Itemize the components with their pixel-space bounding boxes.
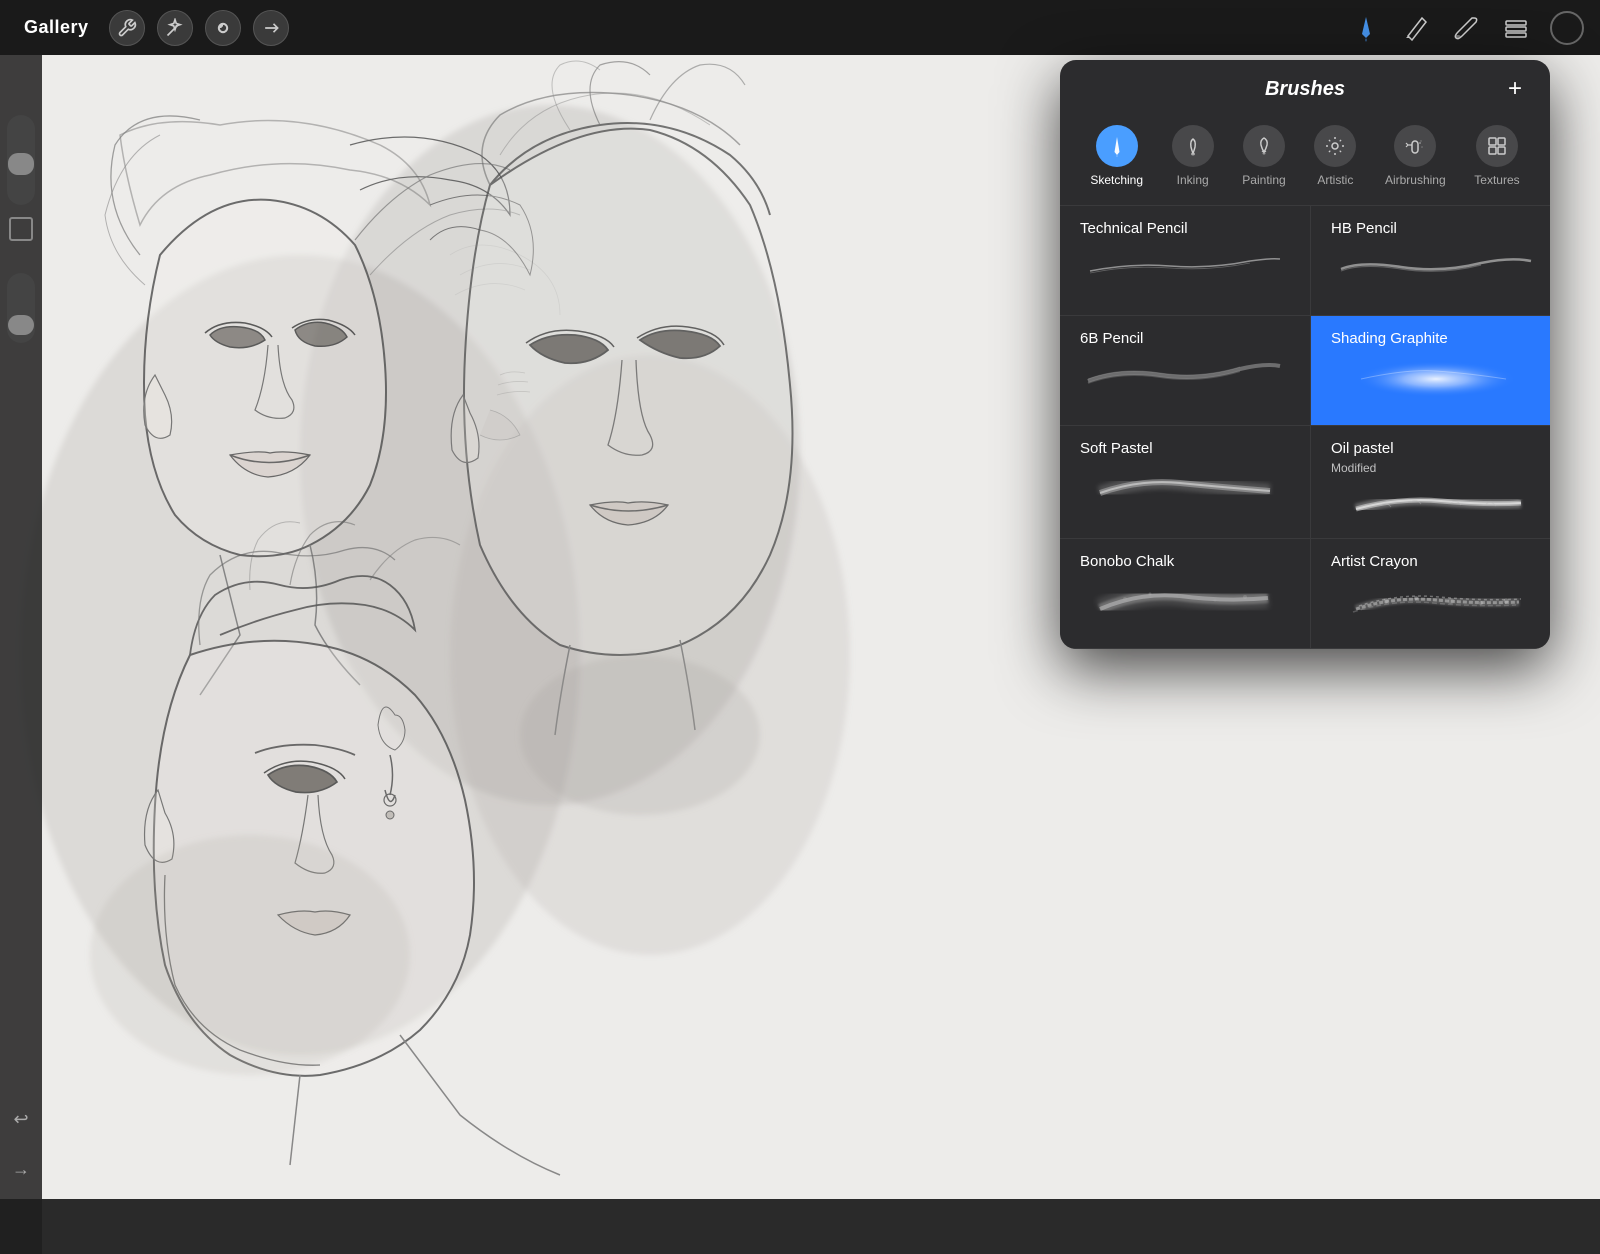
brush-item-shading-graphite[interactable]: Shading Graphite: [1311, 316, 1550, 426]
gallery-button[interactable]: Gallery: [16, 13, 97, 42]
toolbar: Gallery: [0, 0, 1600, 55]
toolbar-right: [1350, 11, 1584, 45]
pencil-tool-button[interactable]: [1400, 12, 1432, 44]
brush-stroke-bonobo-chalk: [1080, 574, 1290, 619]
tab-artistic-label: Artistic: [1317, 173, 1353, 187]
inking-icon-wrap: [1172, 125, 1214, 167]
textures-icon: [1486, 135, 1508, 157]
textures-icon-wrap: [1476, 125, 1518, 167]
left-sidebar: ↩ →: [0, 55, 42, 1254]
undo-button[interactable]: ↩: [6, 1104, 36, 1134]
brush-name-artist-crayon: Artist Crayon: [1331, 553, 1541, 570]
magic-wand-button[interactable]: [157, 10, 193, 46]
brush-stroke-technical-pencil: [1080, 241, 1290, 286]
transform-button[interactable]: [253, 10, 289, 46]
panel-title: Brushes: [1265, 78, 1345, 101]
brush-item-bonobo-chalk[interactable]: Bonobo Chalk: [1060, 539, 1311, 649]
brush-item-soft-pastel[interactable]: Soft Pastel: [1060, 426, 1311, 539]
tab-painting-label: Painting: [1242, 173, 1285, 187]
brush-name-technical-pencil: Technical Pencil: [1080, 220, 1290, 237]
brush-name-hb-pencil: HB Pencil: [1331, 220, 1541, 237]
brushes-panel: Brushes + Sketching Inking: [1060, 60, 1550, 649]
inking-icon: [1182, 135, 1204, 157]
wrench-button[interactable]: [109, 10, 145, 46]
airbrushing-icon-wrap: [1394, 125, 1436, 167]
brush-name-oil-pastel: Oil pastel: [1331, 440, 1541, 457]
layers-button[interactable]: [1500, 12, 1532, 44]
artistic-icon: [1324, 135, 1346, 157]
brush-name-6b-pencil: 6B Pencil: [1080, 330, 1290, 347]
brush-size-handle[interactable]: [8, 153, 34, 175]
brush-item-artist-crayon[interactable]: Artist Crayon: [1311, 539, 1550, 649]
tab-inking[interactable]: Inking: [1162, 119, 1224, 193]
brush-name-soft-pastel: Soft Pastel: [1080, 440, 1290, 457]
brush-item-oil-pastel[interactable]: Oil pastel Modified: [1311, 426, 1550, 539]
pen-tool-button[interactable]: [1350, 12, 1382, 44]
painting-icon-wrap: [1243, 125, 1285, 167]
tab-textures[interactable]: Textures: [1464, 119, 1529, 193]
sketching-icon: [1106, 135, 1128, 157]
airbrushing-icon: [1404, 135, 1426, 157]
tab-sketching-label: Sketching: [1090, 173, 1143, 187]
brush-stroke-hb-pencil: [1331, 241, 1541, 286]
toolbar-left: Gallery: [16, 10, 289, 46]
redo-button[interactable]: →: [6, 1154, 36, 1184]
brush-tool-button[interactable]: [1450, 12, 1482, 44]
opacity-slider[interactable]: [7, 273, 35, 343]
color-picker-button[interactable]: [1550, 11, 1584, 45]
add-brush-button[interactable]: +: [1500, 74, 1530, 104]
tab-airbrushing[interactable]: Airbrushing: [1375, 119, 1456, 193]
color-swatch[interactable]: [9, 217, 33, 241]
panel-header: Brushes +: [1060, 60, 1550, 111]
tab-sketching[interactable]: Sketching: [1080, 119, 1153, 193]
brush-stroke-oil-pastel: [1331, 483, 1541, 528]
category-tabs: Sketching Inking Painting: [1060, 111, 1550, 206]
selection-button[interactable]: [205, 10, 241, 46]
brush-stroke-soft-pastel: [1080, 461, 1290, 506]
opacity-handle[interactable]: [8, 315, 34, 335]
brush-item-technical-pencil[interactable]: Technical Pencil: [1060, 206, 1311, 316]
brush-sub-oil-pastel: Modified: [1331, 461, 1541, 475]
brush-name-shading-graphite: Shading Graphite: [1331, 330, 1541, 347]
brush-name-bonobo-chalk: Bonobo Chalk: [1080, 553, 1290, 570]
brush-stroke-artist-crayon: [1331, 574, 1541, 619]
tab-textures-label: Textures: [1474, 173, 1519, 187]
brush-grid: Technical Pencil HB Pencil 6B Pencil: [1060, 206, 1550, 649]
tab-inking-label: Inking: [1177, 173, 1209, 187]
sketching-icon-wrap: [1096, 125, 1138, 167]
tab-artistic[interactable]: Artistic: [1304, 119, 1366, 193]
artistic-icon-wrap: [1314, 125, 1356, 167]
painting-icon: [1253, 135, 1275, 157]
tab-painting[interactable]: Painting: [1232, 119, 1295, 193]
brush-size-slider[interactable]: [7, 115, 35, 205]
brush-item-hb-pencil[interactable]: HB Pencil: [1311, 206, 1550, 316]
tab-airbrushing-label: Airbrushing: [1385, 173, 1446, 187]
brush-item-6b-pencil[interactable]: 6B Pencil: [1060, 316, 1311, 426]
brush-stroke-6b-pencil: [1080, 351, 1290, 396]
brush-stroke-shading-graphite: [1331, 351, 1541, 396]
